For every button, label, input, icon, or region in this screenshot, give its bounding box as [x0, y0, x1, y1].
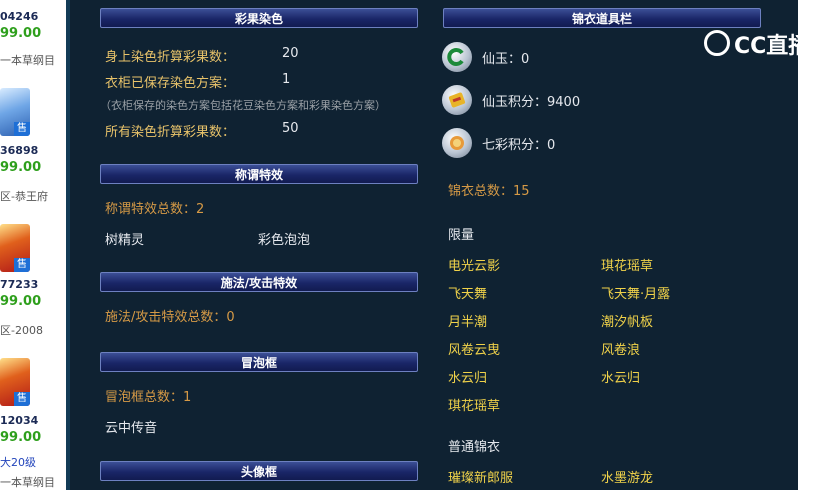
dye-note: （衣柜保存的染色方案包括花豆染色方案和彩果染色方案） [100, 99, 386, 112]
dye-body-value: 20 [282, 46, 299, 61]
listing-id[interactable]: 77233 [0, 278, 38, 291]
jade-balance: 仙玉：0 [482, 52, 530, 67]
listing-level: 大20级 [0, 456, 36, 469]
limited-item[interactable]: 水云归 [601, 367, 640, 386]
section-header-avatar-frame: 头像框 [100, 461, 418, 481]
dye-total-value: 50 [282, 121, 299, 136]
watermark-text: CC直播 [734, 34, 811, 59]
normal-item[interactable]: 水墨游龙 [601, 467, 653, 486]
title-effects-count: 称谓特效总数：2 [105, 202, 205, 217]
section-header-bubble-frame: 冒泡框 [100, 352, 418, 372]
sale-badge: 售 [14, 392, 30, 406]
dye-wardrobe-value: 1 [282, 72, 291, 87]
normal-item[interactable]: 璀璨新郎服 [448, 467, 513, 486]
rainbow-points-balance: 七彩积分：0 [482, 138, 556, 153]
limited-title: 限量 [448, 228, 475, 243]
jade-icon [442, 42, 472, 72]
listing-price: 99.00 [0, 26, 42, 41]
listing-id[interactable]: 12034 [0, 414, 38, 427]
character-avatar[interactable]: 售 [0, 358, 30, 406]
character-avatar[interactable]: 售 [0, 88, 30, 136]
listing-price: 99.00 [0, 160, 42, 175]
title-effect-item[interactable]: 树精灵 [105, 229, 144, 248]
limited-item[interactable]: 水云归 [448, 367, 487, 386]
limited-item[interactable]: 风卷浪 [601, 339, 640, 358]
limited-item[interactable]: 琪花瑶草 [448, 395, 500, 414]
section-header-wardrobe: 锦衣道具栏 [443, 8, 761, 28]
wardrobe-total: 锦衣总数：15 [448, 184, 530, 199]
limited-item[interactable]: 风卷云曳 [448, 339, 500, 358]
dye-body-label: 身上染色折算彩果数： [105, 50, 236, 65]
section-header-title-effects: 称谓特效 [100, 164, 418, 184]
listing-server: 一本草纲目 [0, 54, 55, 67]
listing-id[interactable]: 04246 [0, 10, 38, 23]
listing-server: 一本草纲目 [0, 476, 55, 489]
rainbow-points-icon [442, 128, 472, 158]
character-avatar[interactable]: 售 [0, 224, 30, 272]
section-header-cast-effects: 施法/攻击特效 [100, 272, 418, 292]
jade-points-balance: 仙玉积分：9400 [482, 95, 581, 110]
limited-item[interactable]: 飞天舞 [448, 283, 487, 302]
sale-badge: 售 [14, 122, 30, 136]
limited-item[interactable]: 琪花瑶草 [601, 255, 653, 274]
sale-badge: 售 [14, 258, 30, 272]
listing-server: 区-2008 [0, 324, 43, 337]
normal-title: 普通锦衣 [448, 440, 501, 455]
section-header-dye: 彩果染色 [100, 8, 418, 28]
listing-server: 区-恭王府 [0, 190, 48, 203]
listing-id[interactable]: 36898 [0, 144, 38, 157]
listing-price: 99.00 [0, 430, 42, 445]
bubble-frame-item[interactable]: 云中传音 [105, 417, 157, 436]
limited-item[interactable]: 潮汐帆板 [601, 311, 653, 330]
title-effect-item[interactable]: 彩色泡泡 [258, 229, 310, 248]
page-edge [798, 0, 840, 490]
listing-price: 99.00 [0, 294, 42, 309]
bubble-frame-count: 冒泡框总数：1 [105, 390, 192, 405]
jade-points-icon [442, 85, 472, 115]
logo-ring-icon [704, 30, 730, 56]
limited-item[interactable]: 电光云影 [448, 255, 500, 274]
cast-effects-count: 施法/攻击特效总数：0 [105, 310, 235, 325]
dye-total-label: 所有染色折算彩果数： [105, 125, 236, 140]
limited-item[interactable]: 月半潮 [448, 311, 487, 330]
dye-wardrobe-label: 衣柜已保存染色方案： [105, 76, 236, 91]
limited-item[interactable]: 飞天舞·月露 [601, 283, 670, 302]
listing-sidebar: 04246 99.00 一本草纲目 售 36898 99.00 区-恭王府 售 … [0, 0, 66, 490]
